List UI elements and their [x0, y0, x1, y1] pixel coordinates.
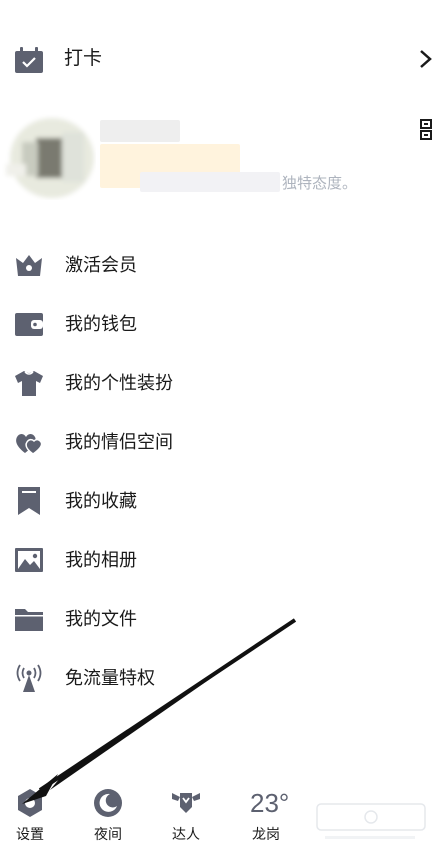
menu-label-wallet: 我的钱包 — [65, 314, 137, 334]
avatar[interactable] — [0, 112, 96, 200]
qr-code-icon[interactable] — [420, 119, 433, 141]
username-blurred — [100, 120, 180, 142]
menu-label-album: 我的相册 — [65, 550, 137, 570]
expert-label: 达人 — [172, 826, 200, 842]
menu-item-album[interactable] — [0, 540, 300, 580]
weather-city-label: 龙岗 — [252, 826, 280, 842]
menu-item-wallet[interactable] — [0, 304, 300, 344]
menu-label-personalize: 我的个性装扮 — [65, 373, 173, 393]
chevron-right-icon[interactable] — [418, 48, 433, 70]
signal-tower-icon — [16, 664, 42, 692]
photo-icon — [15, 548, 43, 572]
folder-icon — [15, 609, 43, 631]
winged-badge-icon — [172, 793, 200, 813]
crown-icon — [16, 255, 42, 276]
menu-item-activate-vip[interactable] — [0, 245, 300, 285]
moon-icon — [94, 789, 122, 817]
bookmark-icon — [18, 487, 40, 515]
night-mode-label: 夜间 — [94, 826, 122, 842]
watermark-logo — [316, 803, 426, 839]
weather-temperature: 23° — [250, 788, 290, 818]
signature-blurred-2 — [140, 172, 280, 192]
checkin-label: 打卡 — [64, 48, 103, 69]
menu-item-favorites[interactable] — [0, 481, 300, 521]
menu-item-files[interactable] — [0, 599, 300, 639]
signature-text: 独特态度。 — [282, 175, 358, 192]
menu-label-free-data: 免流量特权 — [65, 668, 155, 688]
settings-label: 设置 — [16, 826, 44, 842]
menu-label-activate-vip: 激活会员 — [65, 255, 137, 275]
menu-label-couple-space: 我的情侣空间 — [65, 432, 173, 452]
menu-label-files: 我的文件 — [65, 609, 137, 629]
hearts-icon — [16, 434, 43, 455]
gear-icon — [18, 789, 42, 817]
wallet-icon — [15, 313, 43, 336]
calendar-check-icon — [15, 47, 43, 73]
shirt-icon — [15, 371, 43, 396]
menu-label-favorites: 我的收藏 — [65, 491, 137, 511]
